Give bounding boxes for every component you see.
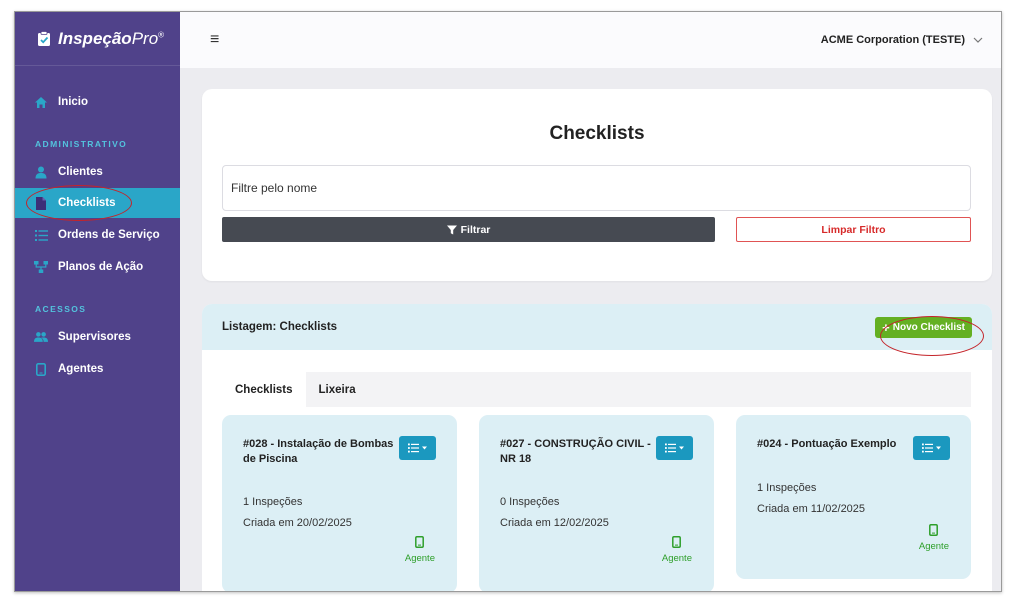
new-checklist-label: Novo Checklist — [892, 321, 965, 333]
filter-button[interactable]: Filtrar — [222, 217, 715, 242]
sidebar-item-label: Inicio — [58, 96, 89, 108]
inspection-count: 1 Inspeções — [757, 482, 817, 494]
brand-name: InspeçãoPro® — [58, 28, 165, 48]
checklist-card-title: #027 - CONSTRUÇÃO CIVIL - NR 18 — [500, 438, 651, 465]
sidebar-item-planos-de-acao[interactable]: Planos de Ação — [15, 252, 180, 282]
checklist-card-title: #028 - Instalação de Bombas de Piscina — [243, 438, 394, 465]
users-icon — [34, 330, 48, 344]
sidebar-item-clientes[interactable]: Clientes — [15, 157, 180, 187]
list-icon — [34, 228, 48, 242]
list-dropdown-icon — [407, 443, 427, 453]
sidebar-item-inicio[interactable]: Inicio — [15, 87, 180, 117]
card-actions-button[interactable] — [399, 436, 436, 460]
list-dropdown-icon — [664, 443, 684, 453]
mobile-icon — [34, 362, 48, 376]
sidebar-item-label: Ordens de Serviço — [58, 229, 160, 241]
home-icon — [34, 95, 48, 109]
card-actions-button[interactable] — [656, 436, 693, 460]
sidebar-item-label: Clientes — [58, 166, 103, 178]
filter-name-input[interactable] — [222, 165, 971, 211]
filter-button-label: Filtrar — [460, 223, 491, 236]
checklist-card[interactable]: #028 - Instalação de Bombas de Piscina 1… — [222, 415, 457, 591]
sidebar-item-ordens-de-servico[interactable]: Ordens de Serviço — [15, 220, 180, 250]
funnel-icon — [446, 225, 457, 235]
clear-filter-button[interactable]: Limpar Filtro — [736, 217, 971, 242]
tab-lixeira[interactable]: Lixeira — [306, 372, 369, 407]
tab-checklists[interactable]: Checklists — [222, 372, 306, 407]
role-label: Agente — [404, 553, 435, 564]
filter-panel: Checklists Filtrar Limpar Filtro — [202, 89, 992, 281]
user-icon — [34, 165, 48, 179]
inspection-count: 0 Inspeções — [500, 496, 560, 508]
listing-tabs: Checklists Lixeira — [222, 372, 971, 407]
mobile-icon — [415, 536, 425, 551]
section-label-administrativo: ADMINISTRATIVO — [35, 139, 128, 149]
sidebar-item-label: Agentes — [58, 363, 104, 375]
sidebar-item-label: Checklists — [58, 197, 116, 209]
company-selector[interactable]: ACME Corporation (TESTE) — [821, 34, 983, 46]
checklist-listing: Listagem: Checklists + Novo Checklist Ch… — [202, 304, 992, 591]
sidebar-item-label: Planos de Ação — [58, 261, 144, 273]
role-agent: Agente — [405, 536, 435, 564]
top-header: ≡ ACME Corporation (TESTE) — [180, 12, 1001, 68]
sidebar-item-supervisores[interactable]: Supervisores — [15, 322, 180, 352]
brand-logo[interactable]: InspeçãoPro® — [15, 12, 180, 66]
created-date: Criada em 20/02/2025 — [243, 517, 352, 529]
role-label: Agente — [918, 541, 949, 552]
sidebar-item-label: Supervisores — [58, 331, 131, 343]
listing-title: Listagem: Checklists — [222, 321, 338, 333]
card-actions-button[interactable] — [913, 436, 950, 460]
sidebar-item-checklists[interactable]: Checklists — [15, 188, 180, 218]
checklist-card[interactable]: #024 - Pontuação Exemplo 1 Inspeções Cri… — [736, 415, 971, 579]
role-agent: Agente — [919, 524, 949, 552]
checklist-card-title: #024 - Pontuação Exemplo — [757, 438, 897, 450]
listing-header: Listagem: Checklists + Novo Checklist — [202, 304, 992, 350]
hamburger-menu-icon[interactable]: ≡ — [210, 31, 219, 49]
inspection-count: 1 Inspeções — [243, 496, 303, 508]
created-date: Criada em 11/02/2025 — [757, 503, 866, 515]
role-agent: Agente — [662, 536, 692, 564]
checklist-card[interactable]: #027 - CONSTRUÇÃO CIVIL - NR 18 0 Inspeç… — [479, 415, 714, 591]
app-window: InspeçãoPro® Inicio ADMINISTRATIVO Clien… — [14, 11, 1002, 592]
mobile-icon — [929, 524, 939, 539]
network-icon — [34, 260, 48, 274]
chevron-down-icon — [973, 35, 983, 46]
clipboard-check-icon — [37, 30, 51, 47]
plus-icon: + — [882, 319, 890, 335]
sidebar-item-agentes[interactable]: Agentes — [15, 354, 180, 384]
document-icon — [34, 196, 48, 210]
page-title: Checklists — [549, 123, 645, 144]
created-date: Criada em 12/02/2025 — [500, 517, 609, 529]
role-label: Agente — [661, 553, 692, 564]
sidebar: InspeçãoPro® Inicio ADMINISTRATIVO Clien… — [15, 12, 180, 591]
company-name: ACME Corporation (TESTE) — [820, 34, 965, 46]
section-label-acessos: ACESSOS — [35, 304, 87, 314]
new-checklist-button[interactable]: + Novo Checklist — [875, 316, 972, 338]
list-dropdown-icon — [921, 443, 941, 453]
mobile-icon — [672, 536, 682, 551]
